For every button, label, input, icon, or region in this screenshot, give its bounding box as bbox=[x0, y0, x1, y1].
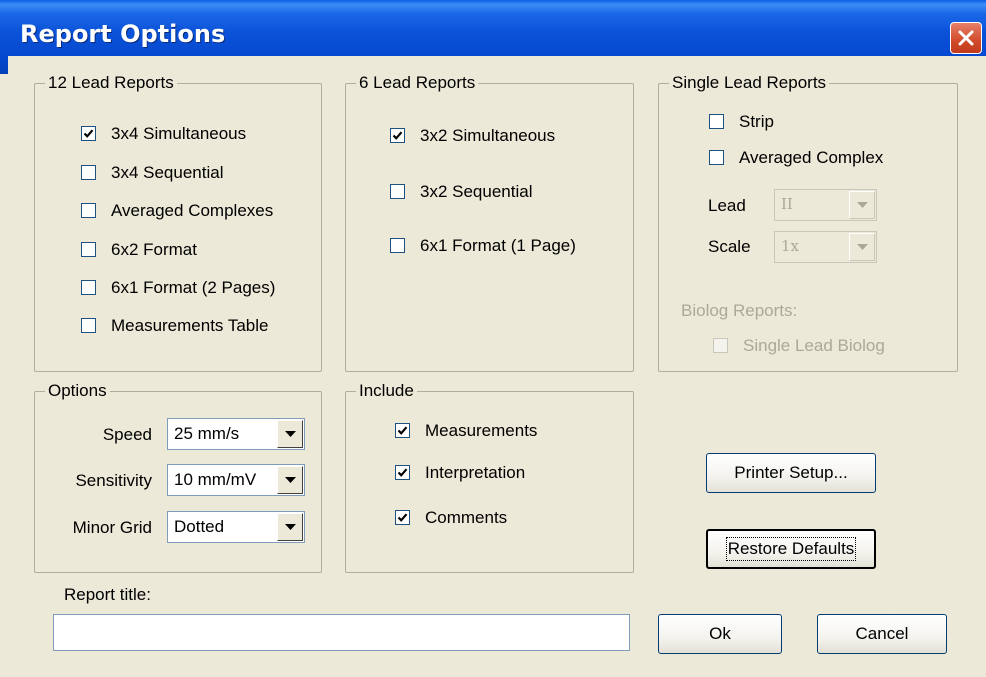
sensitivity-select-value: 10 mm/mV bbox=[174, 470, 257, 489]
sensitivity-select[interactable]: 10 mm/mV bbox=[167, 464, 305, 496]
checkbox-label: 3x4 Simultaneous bbox=[111, 124, 247, 143]
checkbox-measurements[interactable] bbox=[395, 423, 410, 438]
checkmark-icon bbox=[397, 513, 408, 522]
checkbox-label: 6x1 Format (2 Pages) bbox=[111, 278, 276, 297]
checkbox-label: 3x2 Sequential bbox=[420, 182, 533, 201]
checkmark-icon bbox=[83, 129, 94, 138]
sensitivity-label: Sensitivity bbox=[75, 471, 152, 490]
speed-dropdown-button[interactable] bbox=[277, 420, 303, 448]
chevron-down-icon bbox=[285, 431, 296, 437]
checkbox-label: Interpretation bbox=[425, 463, 526, 482]
group-label: 12 Lead Reports bbox=[45, 72, 177, 94]
minor-grid-label: Minor Grid bbox=[72, 518, 152, 537]
biolog-reports-label: Biolog Reports: bbox=[681, 301, 798, 320]
group-label: Options bbox=[45, 380, 110, 402]
checkbox-label: 3x2 Simultaneous bbox=[420, 126, 556, 145]
scale-select-value: 1x bbox=[781, 237, 800, 255]
checkbox-label: Single Lead Biolog bbox=[743, 336, 885, 355]
checkbox-averaged-complex[interactable] bbox=[709, 150, 724, 165]
scale-select[interactable]: 1x bbox=[774, 231, 877, 263]
checkbox-3x4-sequential[interactable] bbox=[81, 165, 96, 180]
restore-defaults-button[interactable]: Restore Defaults bbox=[706, 529, 876, 569]
checkmark-icon bbox=[397, 468, 408, 477]
checkbox-6x1-format-2-pages[interactable] bbox=[81, 280, 96, 295]
report-title-label: Report title: bbox=[64, 585, 151, 604]
checkbox-label: Averaged Complexes bbox=[111, 201, 274, 220]
checkbox-6x1-format-1-page[interactable] bbox=[390, 238, 405, 253]
speed-label: Speed bbox=[102, 425, 152, 444]
checkbox-label: Averaged Complex bbox=[739, 148, 884, 167]
minor-grid-dropdown-button[interactable] bbox=[277, 513, 303, 541]
checkbox-label: 6x2 Format bbox=[111, 240, 197, 259]
minor-grid-select[interactable]: Dotted bbox=[167, 511, 305, 543]
checkbox-measurements-table[interactable] bbox=[81, 318, 96, 333]
minor-grid-select-value: Dotted bbox=[174, 517, 225, 536]
cancel-button[interactable]: Cancel bbox=[817, 614, 947, 654]
checkbox-strip[interactable] bbox=[709, 114, 724, 129]
speed-select-value: 25 mm/s bbox=[174, 424, 240, 443]
chevron-down-icon bbox=[857, 244, 868, 250]
checkbox-interpretation[interactable] bbox=[395, 465, 410, 480]
checkbox-label: 3x4 Sequential bbox=[111, 163, 224, 182]
checkbox-label: Measurements bbox=[425, 421, 538, 440]
button-label: Restore Defaults bbox=[725, 537, 857, 561]
sensitivity-dropdown-button[interactable] bbox=[277, 466, 303, 494]
ok-button[interactable]: Ok bbox=[658, 614, 782, 654]
lead-select-value: II bbox=[781, 195, 793, 213]
checkbox-3x2-sequential[interactable] bbox=[390, 184, 405, 199]
checkbox-3x4-simultaneous[interactable] bbox=[81, 126, 96, 141]
close-button[interactable] bbox=[950, 22, 982, 54]
checkmark-icon bbox=[392, 131, 403, 140]
checkbox-3x2-simultaneous[interactable] bbox=[390, 128, 405, 143]
group-label: Include bbox=[356, 380, 417, 402]
group-label: 6 Lead Reports bbox=[356, 72, 479, 94]
scale-label: Scale bbox=[708, 237, 751, 256]
button-label: Printer Setup... bbox=[734, 463, 848, 482]
close-icon bbox=[958, 30, 974, 46]
group-label: Single Lead Reports bbox=[669, 72, 830, 94]
checkbox-label: Comments bbox=[425, 508, 508, 527]
chevron-down-icon bbox=[285, 477, 296, 483]
printer-setup-button[interactable]: Printer Setup... bbox=[706, 453, 876, 493]
button-label: Cancel bbox=[855, 624, 909, 643]
checkbox-label: Strip bbox=[739, 112, 774, 131]
checkbox-label: Measurements Table bbox=[111, 316, 269, 335]
group-single-lead-reports: Single Lead Reports bbox=[658, 72, 958, 372]
speed-select[interactable]: 25 mm/s bbox=[167, 418, 305, 450]
checkbox-single-lead-biolog[interactable] bbox=[713, 338, 728, 353]
window-title: Report Options bbox=[20, 20, 226, 48]
lead-dropdown-button[interactable] bbox=[849, 191, 875, 219]
checkbox-comments[interactable] bbox=[395, 510, 410, 525]
report-title-input[interactable] bbox=[53, 614, 630, 651]
checkbox-6x2-format[interactable] bbox=[81, 242, 96, 257]
button-label: Ok bbox=[709, 624, 731, 643]
checkbox-label: 6x1 Format (1 Page) bbox=[420, 236, 576, 255]
checkmark-icon bbox=[397, 426, 408, 435]
chevron-down-icon bbox=[285, 524, 296, 530]
lead-label: Lead bbox=[708, 196, 746, 215]
chevron-down-icon bbox=[857, 202, 868, 208]
scale-dropdown-button[interactable] bbox=[849, 233, 875, 261]
lead-select[interactable]: II bbox=[774, 189, 877, 221]
checkbox-averaged-complexes[interactable] bbox=[81, 203, 96, 218]
